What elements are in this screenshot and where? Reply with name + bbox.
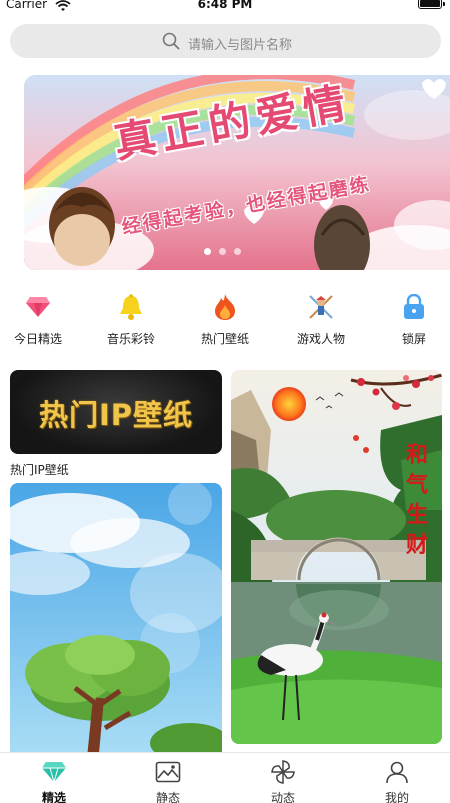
- diamond-icon: [14, 759, 94, 785]
- status-time: 6:48 PM: [197, 0, 253, 11]
- wallpaper-card-hot-ip[interactable]: 热门IP壁纸: [10, 370, 222, 454]
- category-label: 锁屏: [401, 332, 426, 346]
- card-label: 热门IP壁纸: [10, 463, 69, 477]
- category-row: 今日精选 音乐彩铃 热门壁纸 游戏人物 锁屏: [0, 292, 450, 352]
- category-lock-screen[interactable]: 锁屏: [369, 292, 450, 347]
- search-icon: [162, 32, 180, 54]
- carousel-dot[interactable]: [204, 248, 211, 255]
- tab-featured[interactable]: 精选: [14, 759, 94, 803]
- bottom-tab-bar: 精选 静态 动态 我的: [0, 752, 450, 803]
- diamond-icon: [0, 292, 83, 322]
- image-icon: [128, 759, 208, 785]
- battery-icon: [418, 0, 445, 9]
- category-label: 今日精选: [13, 332, 62, 346]
- wallpaper-image: [10, 483, 222, 753]
- category-label: 热门壁纸: [200, 332, 249, 346]
- carousel-indicator[interactable]: [204, 248, 241, 255]
- character-icon: [276, 292, 366, 322]
- carousel-dot[interactable]: [234, 248, 241, 255]
- tab-label: 动态: [270, 791, 295, 803]
- tab-label: 精选: [41, 791, 66, 803]
- fire-icon: [180, 292, 270, 322]
- status-bar: Carrier 6:48 PM: [0, 0, 450, 14]
- category-hot-wallpaper[interactable]: 热门壁纸: [180, 292, 270, 347]
- wallpaper-card-landscape[interactable]: 和气生财: [231, 370, 442, 744]
- category-label: 游戏人物: [296, 332, 345, 346]
- search-input[interactable]: 请输入与图片名称: [188, 34, 292, 53]
- tab-mine[interactable]: 我的: [357, 759, 437, 803]
- scene-calligraphy: 和气生财: [405, 442, 428, 558]
- category-label: 音乐彩铃: [106, 332, 155, 346]
- search-bar[interactable]: 请输入与图片名称: [10, 24, 441, 58]
- wallpaper-card-sky-tree[interactable]: [10, 483, 222, 753]
- category-music-ringtone[interactable]: 音乐彩铃: [86, 292, 176, 347]
- carousel-dot[interactable]: [219, 248, 226, 255]
- tab-dynamic[interactable]: 动态: [243, 759, 323, 803]
- card-title: 热门IP壁纸: [38, 398, 194, 432]
- tab-static[interactable]: 静态: [128, 759, 208, 803]
- tab-label: 我的: [384, 791, 409, 803]
- lock-icon: [369, 292, 450, 322]
- banner-carousel[interactable]: 真正的爱情 经得起考验，也经得起磨练: [24, 75, 450, 270]
- tab-label: 静态: [155, 791, 180, 803]
- person-icon: [357, 759, 437, 785]
- bell-icon: [86, 292, 176, 322]
- category-today-picks[interactable]: 今日精选: [0, 292, 83, 347]
- category-game-characters[interactable]: 游戏人物: [276, 292, 366, 347]
- pinwheel-icon: [243, 759, 323, 785]
